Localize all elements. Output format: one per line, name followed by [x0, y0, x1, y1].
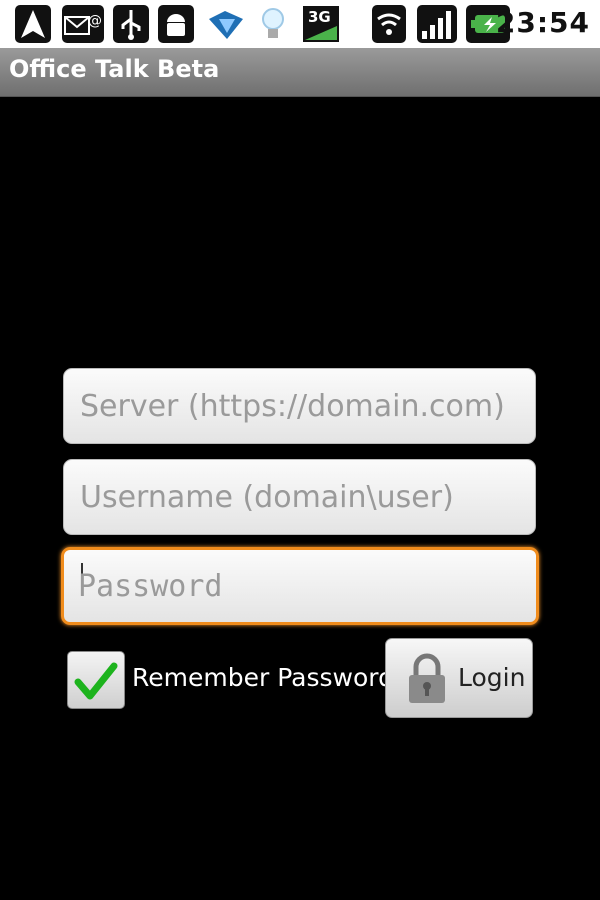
remember-password-checkbox[interactable]	[67, 651, 125, 709]
mail-icon: @	[62, 5, 104, 43]
remember-password-label: Remember Password	[132, 663, 394, 692]
server-field[interactable]	[63, 368, 536, 444]
username-input[interactable]	[64, 460, 535, 534]
password-field[interactable]	[61, 547, 539, 625]
android-debug-icon	[158, 5, 194, 43]
status-bar: @ 3G 23:54	[0, 0, 600, 48]
svg-text:@: @	[88, 13, 102, 29]
navigation-icon	[15, 5, 51, 43]
server-input[interactable]	[64, 369, 535, 443]
wifi-icon	[372, 5, 406, 43]
login-button-label: Login	[458, 663, 526, 692]
app-title-bar: Office Talk Beta	[0, 48, 600, 97]
lightbulb-icon	[257, 5, 289, 47]
password-input[interactable]	[64, 550, 536, 622]
clock: 23:54	[495, 6, 590, 39]
usb-icon	[113, 5, 149, 43]
checkmark-icon	[74, 662, 118, 700]
login-button[interactable]: Login	[385, 638, 533, 718]
3g-icon: 3G	[302, 5, 340, 47]
lock-icon	[409, 653, 445, 703]
app-title: Office Talk Beta	[9, 55, 220, 83]
signal-icon	[417, 5, 457, 43]
network-label: 3G	[308, 8, 331, 26]
download-icon	[205, 5, 247, 47]
username-field[interactable]	[63, 459, 536, 535]
